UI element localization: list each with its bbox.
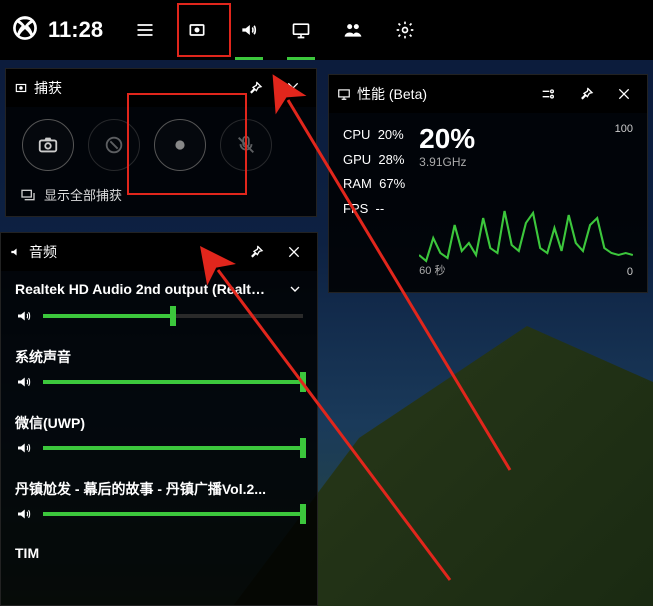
performance-panel-title: 性能 (Beta) bbox=[337, 84, 525, 104]
performance-panel-header: 性能 (Beta) bbox=[329, 75, 647, 113]
device-volume-slider[interactable] bbox=[43, 314, 303, 318]
menu-button[interactable] bbox=[121, 0, 169, 60]
mic-toggle-button[interactable] bbox=[220, 119, 272, 171]
capture-widget-button[interactable] bbox=[173, 0, 221, 60]
audio-app-item: 丹镇尬发 - 幕后的故事 - 丹镇广播Vol.2... bbox=[15, 479, 303, 523]
xbox-logo-icon bbox=[12, 15, 38, 46]
clock: 11:28 bbox=[48, 17, 103, 43]
close-button[interactable] bbox=[279, 237, 309, 267]
fps-stat-row[interactable]: FPS -- bbox=[343, 197, 405, 222]
perf-big-value: 20% bbox=[419, 123, 633, 155]
screenshot-button[interactable] bbox=[22, 119, 74, 171]
speaker-icon[interactable] bbox=[15, 373, 33, 391]
speaker-icon[interactable] bbox=[15, 439, 33, 457]
perf-stats-list: CPU 20% GPU 28% RAM 67% FPS -- bbox=[343, 123, 405, 278]
perf-ymin: 0 bbox=[627, 266, 633, 278]
perf-xlabel: 60 秒 bbox=[419, 262, 445, 278]
pin-button[interactable] bbox=[240, 73, 270, 103]
chevron-down-icon bbox=[287, 281, 303, 297]
audio-app-label: 微信(UWP) bbox=[15, 413, 303, 433]
app-volume-slider[interactable] bbox=[43, 512, 303, 516]
capture-panel: 捕获 显示全部捕获 bbox=[5, 68, 317, 217]
perf-chart bbox=[419, 173, 633, 273]
perf-options-button[interactable] bbox=[533, 79, 563, 109]
audio-title-text: 音频 bbox=[29, 242, 57, 262]
pin-button[interactable] bbox=[241, 237, 271, 267]
record-last-button[interactable] bbox=[88, 119, 140, 171]
cpu-stat-row[interactable]: CPU 20% bbox=[343, 123, 405, 148]
pin-button[interactable] bbox=[571, 79, 601, 109]
audio-panel: 音频 Realtek HD Audio 2nd output (Realtek … bbox=[0, 232, 318, 606]
record-button[interactable] bbox=[154, 119, 206, 171]
audio-app-item: TIM bbox=[15, 545, 303, 561]
perf-frequency: 3.91GHz bbox=[419, 155, 633, 169]
settings-button[interactable] bbox=[381, 0, 429, 60]
audio-app-label: TIM bbox=[15, 545, 303, 561]
show-all-captures-label: 显示全部捕获 bbox=[44, 185, 122, 204]
audio-widget-button[interactable] bbox=[225, 0, 273, 60]
app-volume-slider[interactable] bbox=[43, 380, 303, 384]
performance-panel: 性能 (Beta) CPU 20% GPU 28% RAM 67% FPS --… bbox=[328, 74, 648, 293]
gpu-stat-row[interactable]: GPU 28% bbox=[343, 148, 405, 173]
audio-device-volume bbox=[15, 307, 303, 325]
show-all-captures-link[interactable]: 显示全部捕获 bbox=[6, 179, 316, 216]
performance-title-text: 性能 (Beta) bbox=[357, 84, 427, 104]
speaker-icon[interactable] bbox=[15, 505, 33, 523]
xbox-game-bar-topbar: 11:28 bbox=[0, 0, 653, 60]
capture-panel-header: 捕获 bbox=[6, 69, 316, 107]
capture-buttons-row bbox=[6, 107, 316, 179]
close-button[interactable] bbox=[278, 73, 308, 103]
audio-device-label: Realtek HD Audio 2nd output (Realtek Hi.… bbox=[15, 281, 265, 297]
xbox-social-button[interactable] bbox=[329, 0, 377, 60]
speaker-icon[interactable] bbox=[15, 307, 33, 325]
audio-app-label: 丹镇尬发 - 幕后的故事 - 丹镇广播Vol.2... bbox=[15, 479, 303, 499]
audio-app-label: 系统声音 bbox=[15, 347, 303, 367]
audio-panel-header: 音频 bbox=[1, 233, 317, 271]
audio-panel-title: 音频 bbox=[9, 242, 233, 262]
app-volume-slider[interactable] bbox=[43, 446, 303, 450]
close-button[interactable] bbox=[609, 79, 639, 109]
perf-ymax: 100 bbox=[615, 123, 633, 135]
performance-widget-button[interactable] bbox=[277, 0, 325, 60]
ram-stat-row[interactable]: RAM 67% bbox=[343, 172, 405, 197]
audio-device-selector[interactable]: Realtek HD Audio 2nd output (Realtek Hi.… bbox=[15, 281, 303, 297]
capture-title-text: 捕获 bbox=[34, 78, 62, 98]
capture-panel-title: 捕获 bbox=[14, 78, 232, 98]
audio-app-item: 系统声音 bbox=[15, 347, 303, 391]
audio-app-item: 微信(UWP) bbox=[15, 413, 303, 457]
